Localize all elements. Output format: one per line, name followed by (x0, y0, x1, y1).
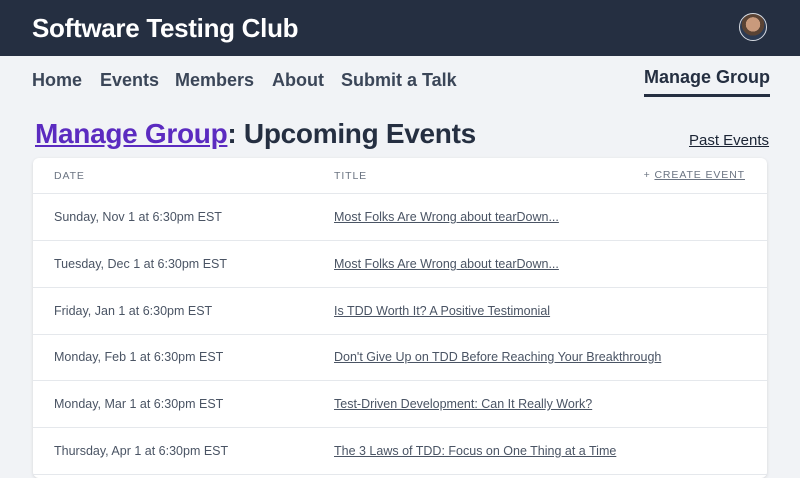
create-event-label: Create Event (654, 169, 745, 181)
nav-item-members[interactable]: Members (175, 70, 254, 91)
nav-item-submit-talk[interactable]: Submit a Talk (341, 70, 457, 91)
table-row: Sunday, Nov 1 at 6:30pm EST Most Folks A… (33, 194, 767, 241)
event-date: Friday, Jan 1 at 6:30pm EST (54, 304, 213, 318)
past-events-link[interactable]: Past Events (689, 132, 769, 149)
event-title-link[interactable]: Test-Driven Development: Can It Really W… (334, 397, 592, 411)
page-title-text: : Upcoming Events (227, 118, 476, 149)
user-avatar[interactable] (739, 13, 767, 41)
event-title-link[interactable]: Don't Give Up on TDD Before Reaching You… (334, 350, 661, 364)
brand-title[interactable]: Software Testing Club (32, 13, 299, 44)
table-row: Thursday, Apr 1 at 6:30pm EST The 3 Laws… (33, 428, 767, 475)
plus-icon: + (643, 169, 651, 181)
table-row: Monday, Feb 1 at 6:30pm EST Don't Give U… (33, 334, 767, 381)
top-bar: Software Testing Club (0, 0, 800, 56)
table-row: Friday, Jan 1 at 6:30pm EST Is TDD Worth… (33, 288, 767, 335)
breadcrumb-manage-group-link[interactable]: Manage Group (35, 118, 228, 149)
event-date: Tuesday, Dec 1 at 6:30pm EST (54, 257, 227, 271)
table-row: Tuesday, Dec 1 at 6:30pm EST Most Folks … (33, 241, 767, 288)
nav-item-about[interactable]: About (272, 70, 324, 91)
event-title-link[interactable]: The 3 Laws of TDD: Focus on One Thing at… (334, 444, 616, 458)
create-event-link[interactable]: + Create Event (644, 169, 745, 181)
main-nav: Home Events Members About Submit a Talk … (0, 56, 800, 106)
event-date: Thursday, Apr 1 at 6:30pm EST (54, 444, 229, 458)
page-title: Manage Group: Upcoming Events (35, 118, 476, 150)
event-title-link[interactable]: Is TDD Worth It? A Positive Testimonial (334, 304, 550, 318)
event-title-link[interactable]: Most Folks Are Wrong about tearDown... (334, 210, 559, 224)
column-header-title: Title (334, 170, 368, 182)
event-title-link[interactable]: Most Folks Are Wrong about tearDown... (334, 257, 559, 271)
nav-item-home[interactable]: Home (32, 70, 82, 91)
nav-item-events[interactable]: Events (100, 70, 159, 91)
event-date: Sunday, Nov 1 at 6:30pm EST (54, 210, 222, 224)
table-row: Monday, Mar 1 at 6:30pm EST Test-Driven … (33, 381, 767, 428)
events-table: Date Title + Create Event Sunday, Nov 1 … (33, 158, 767, 478)
nav-item-manage-group[interactable]: Manage Group (644, 67, 771, 97)
column-header-date: Date (54, 170, 85, 182)
event-date: Monday, Mar 1 at 6:30pm EST (54, 397, 224, 411)
table-header: Date Title + Create Event (33, 158, 767, 194)
event-date: Monday, Feb 1 at 6:30pm EST (54, 350, 224, 364)
